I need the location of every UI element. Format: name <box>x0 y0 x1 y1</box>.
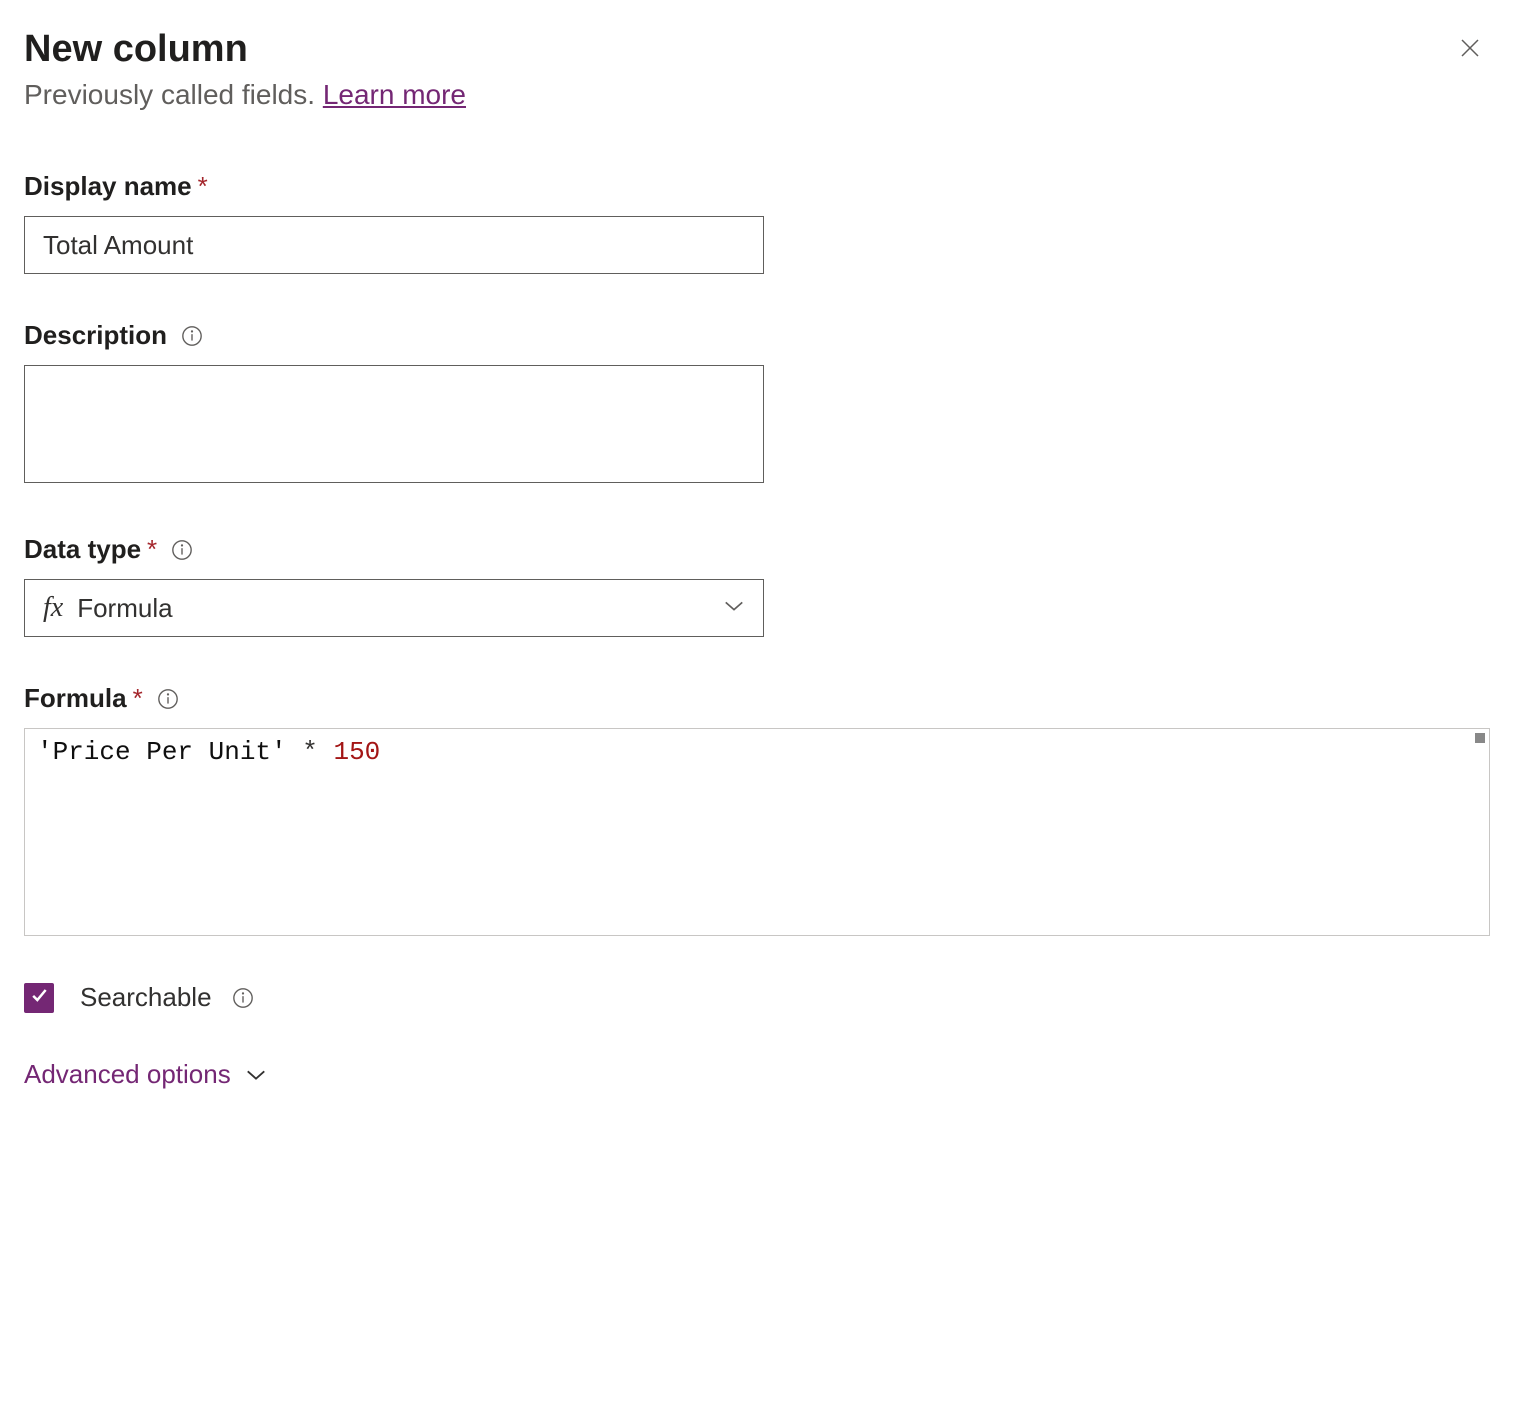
chevron-down-icon <box>723 599 745 618</box>
label-text: Display name <box>24 171 192 202</box>
formula-token-num: 150 <box>333 737 380 767</box>
formula-token-string: 'Price Per Unit' <box>37 737 287 767</box>
display-name-label: Display name * <box>24 171 1490 202</box>
searchable-label: Searchable <box>80 982 212 1013</box>
searchable-checkbox[interactable] <box>24 983 54 1013</box>
data-type-label: Data type * <box>24 534 1490 565</box>
close-button[interactable] <box>1450 28 1490 71</box>
data-type-value: Formula <box>77 593 723 624</box>
page-subtitle: Previously called fields. Learn more <box>24 79 1490 111</box>
description-input[interactable] <box>24 365 764 483</box>
formula-input[interactable]: 'Price Per Unit' * 150 <box>24 728 1490 936</box>
info-icon[interactable] <box>232 987 254 1009</box>
description-label: Description <box>24 320 1490 351</box>
info-icon[interactable] <box>157 688 179 710</box>
label-text: Data type <box>24 534 141 565</box>
label-text: Description <box>24 320 167 351</box>
close-icon <box>1458 48 1482 63</box>
data-type-select[interactable]: fx Formula <box>24 579 764 637</box>
page-title: New column <box>24 28 248 71</box>
check-icon <box>29 985 49 1010</box>
formula-token-op: * <box>302 737 318 767</box>
subtitle-text: Previously called fields. <box>24 79 323 110</box>
required-indicator: * <box>133 683 143 714</box>
formula-label: Formula * <box>24 683 1490 714</box>
required-indicator: * <box>147 534 157 565</box>
learn-more-link[interactable]: Learn more <box>323 79 466 110</box>
advanced-label: Advanced options <box>24 1059 231 1090</box>
advanced-options-toggle[interactable]: Advanced options <box>24 1059 1490 1090</box>
display-name-input[interactable] <box>24 216 764 274</box>
info-icon[interactable] <box>171 539 193 561</box>
label-text: Formula <box>24 683 127 714</box>
info-icon[interactable] <box>181 325 203 347</box>
fx-icon: fx <box>43 592 63 624</box>
required-indicator: * <box>198 171 208 202</box>
chevron-down-icon <box>245 1068 267 1082</box>
